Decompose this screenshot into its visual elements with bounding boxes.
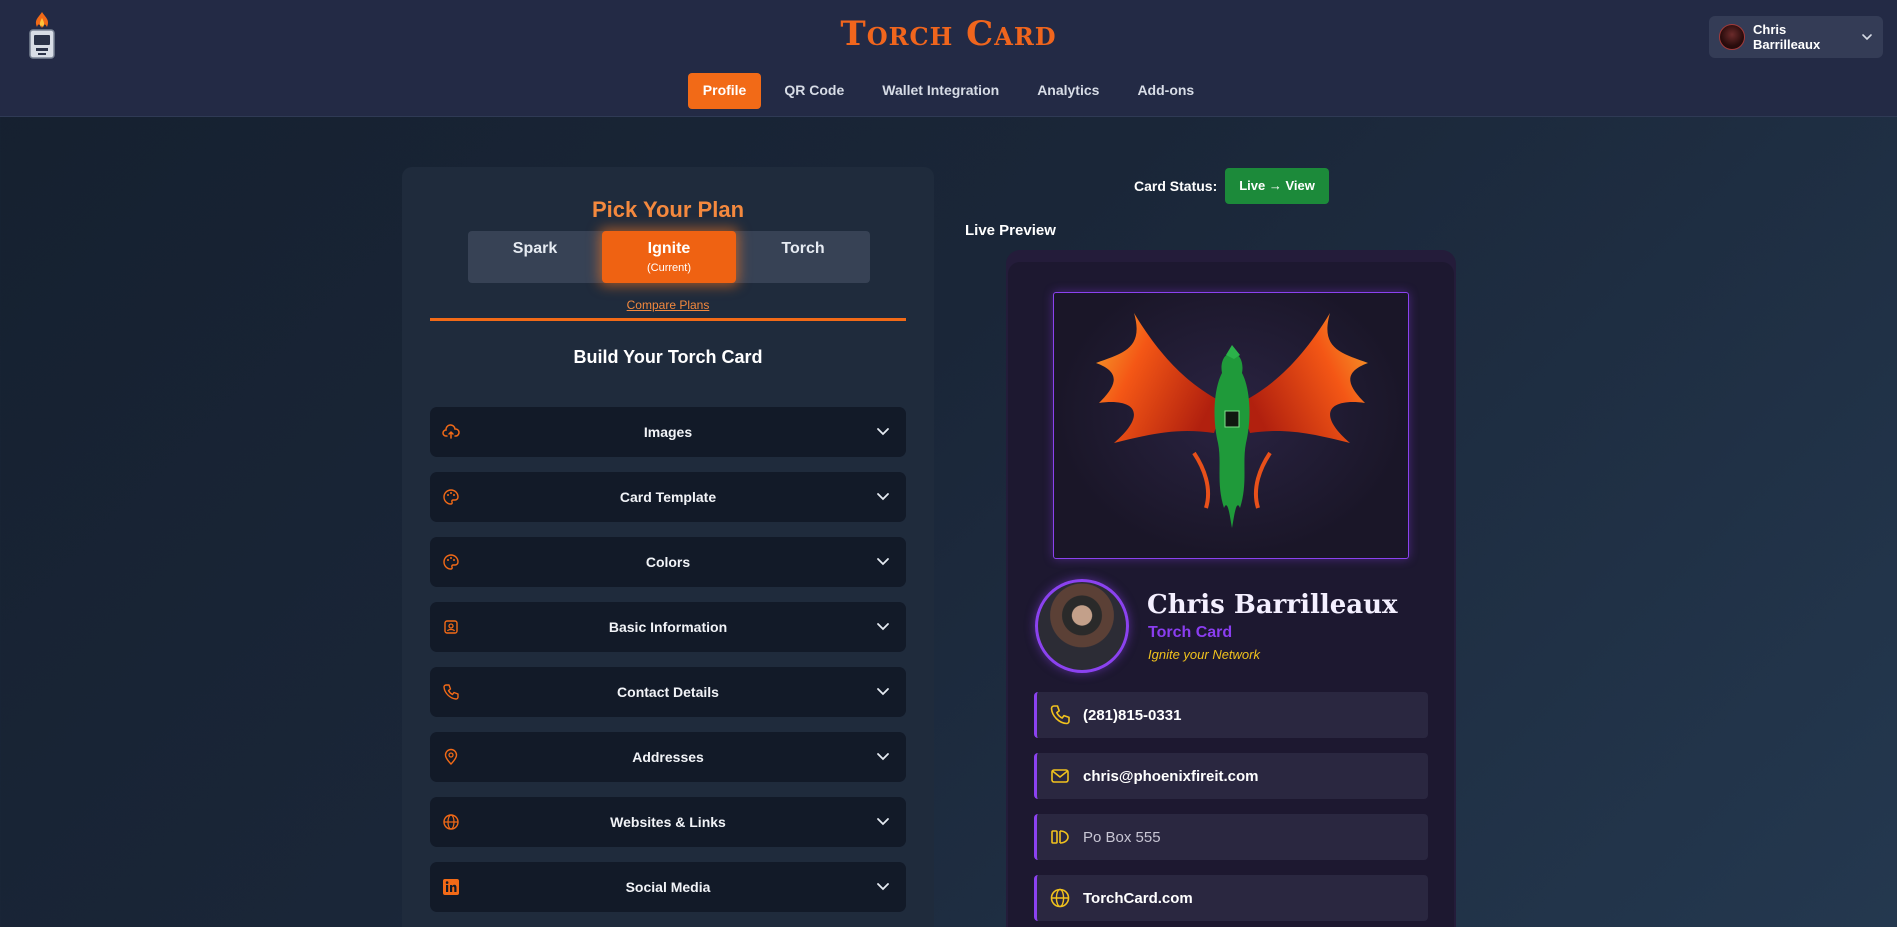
section-label: Basic Information [608,619,728,635]
chevron-down-icon [877,623,889,631]
plan-title: Pick Your Plan [591,197,745,222]
plan-tab-label: Spark [512,240,558,257]
contact-text: Po Box 555 [1083,828,1161,846]
section-label: Social Media [625,879,711,895]
section-images[interactable]: Images [430,407,906,457]
compare-plans-link[interactable]: Compare Plans [402,298,934,312]
section-social-media[interactable]: Social Media [430,862,906,912]
user-avatar [1719,24,1745,50]
builder-sections: Images Card Template Colors Basic Inform… [430,407,906,927]
chevron-down-icon [877,753,889,761]
profile-avatar [1035,579,1129,673]
card-status-row: Card Status: Live → View [1134,168,1329,204]
contact-website[interactable]: TorchCard.com [1034,875,1428,921]
plan-tabs: Spark Ignite (Current) Torch [468,231,870,283]
phone-icon [1050,705,1070,725]
contact-email[interactable]: chris@phoenixfireit.com [1034,753,1428,799]
nav-wallet-integration[interactable]: Wallet Integration [867,73,1014,109]
profile-organization: Torch Card [1148,624,1233,641]
nav-analytics[interactable]: Analytics [1022,73,1114,109]
plan-tab-torch[interactable]: Torch [736,231,870,283]
builder-panel: Pick Your Plan Spark Ignite (Current) To… [402,167,934,927]
live-view-button[interactable]: Live → View [1225,168,1329,204]
divider [430,318,906,321]
chevron-down-icon [877,428,889,436]
chevron-down-icon [877,558,889,566]
contact-phone[interactable]: (281)815-0331 [1034,692,1428,738]
mail-icon [1051,769,1069,783]
live-preview-label: Live Preview [965,222,1056,239]
card-hero-image [1053,292,1409,559]
plan-tab-spark[interactable]: Spark [468,231,602,283]
plan-tab-label: Ignite [647,240,691,257]
phone-icon [443,684,459,700]
plan-tab-ignite[interactable]: Ignite (Current) [602,231,736,283]
contact-address[interactable]: Po Box 555 [1034,814,1428,860]
section-label: Websites & Links [610,814,726,830]
section-contact-details[interactable]: Contact Details [430,667,906,717]
plan-tab-label: Torch [781,240,825,257]
section-label: Card Template [619,489,717,505]
section-addresses[interactable]: Addresses [430,732,906,782]
profile-name: Chris Barrilleaux [1147,590,1398,620]
section-label: Contact Details [617,684,719,700]
chevron-down-icon [877,493,889,501]
section-label: Images [643,424,693,440]
chevron-down-icon [877,688,889,696]
contact-text: (281)815-0331 [1083,706,1182,724]
nav-profile[interactable]: Profile [687,73,762,109]
cloud-upload-icon [442,424,460,439]
nav-add-ons[interactable]: Add-ons [1122,73,1209,109]
section-basic-information[interactable]: Basic Information [430,602,906,652]
globe-icon [1050,888,1070,908]
section-label: Addresses [632,749,704,765]
top-bar: Torch Card Profile QR Code Wallet Integr… [0,0,1897,117]
address-icon [1051,830,1069,844]
chevron-down-icon [1862,34,1872,41]
user-name: Chris Barrilleaux [1753,22,1821,52]
linkedin-icon [443,879,459,895]
map-pin-icon [444,748,458,765]
globe-icon [443,814,459,830]
builder-title: Build Your Torch Card [573,347,763,367]
palette-icon [443,554,459,570]
phoenix-logo-icon [1096,313,1368,528]
nav-qr-code[interactable]: QR Code [769,73,859,109]
contact-text: TorchCard.com [1083,889,1193,907]
contact-text: chris@phoenixfireit.com [1083,767,1259,785]
id-card-icon [444,620,458,634]
plan-current-badge: (Current) [646,262,691,274]
section-colors[interactable]: Colors [430,537,906,587]
section-label: Colors [645,554,691,570]
chevron-down-icon [877,818,889,826]
card-status-label: Card Status: [1134,178,1218,194]
section-card-template[interactable]: Card Template [430,472,906,522]
palette-icon [443,489,459,505]
user-menu-button[interactable]: Chris Barrilleaux [1709,16,1883,58]
section-websites-links[interactable]: Websites & Links [430,797,906,847]
profile-tagline: Ignite your Network [1148,647,1260,662]
main-nav: Profile QR Code Wallet Integration Analy… [0,73,1897,109]
brand-title: Torch Card [840,14,1057,54]
chevron-down-icon [877,883,889,891]
